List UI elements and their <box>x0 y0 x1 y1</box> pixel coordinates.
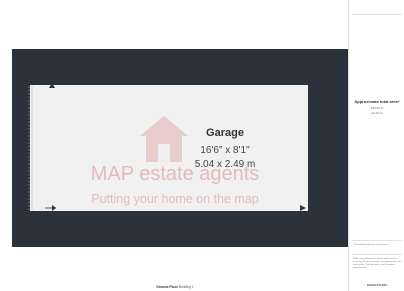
sidebar-rule-low <box>352 254 402 255</box>
sidebar-rule-mid <box>352 240 402 241</box>
brand-logo: GIRAFFE360 <box>366 283 388 287</box>
room-dimension-imperial: 16'6" x 8'1" <box>200 145 250 156</box>
sidebar: Approximate total area⁶ 133.92 ft² 12.44… <box>349 0 404 291</box>
area-imperial: 133.92 ft² <box>370 106 384 110</box>
floor-plan: Garage 16'6" x 8'1" 5.04 x 2.49 m MAP es… <box>0 0 348 291</box>
watermark-company: MAP estate agents <box>90 163 260 185</box>
disclaimer: While every attempt has been made to ens… <box>353 258 401 269</box>
floor-sub: Building 1 <box>178 285 194 289</box>
entrance-door-icon <box>28 86 33 210</box>
floor-name: Ground Floor <box>156 285 178 289</box>
footnote-heights: (1) Excluding balconies and terraces <box>353 244 389 246</box>
area-metric: 12.44 m² <box>371 111 383 115</box>
sidebar-rule-top <box>352 14 402 15</box>
watermark-tagline: Putting your home on the map <box>91 192 259 206</box>
floor-label: Ground Floor Building 1 <box>130 285 220 289</box>
room-name: Garage <box>206 127 244 139</box>
arrow-up-icon <box>49 83 55 88</box>
area-title: Approximate total area⁶ <box>354 99 400 104</box>
